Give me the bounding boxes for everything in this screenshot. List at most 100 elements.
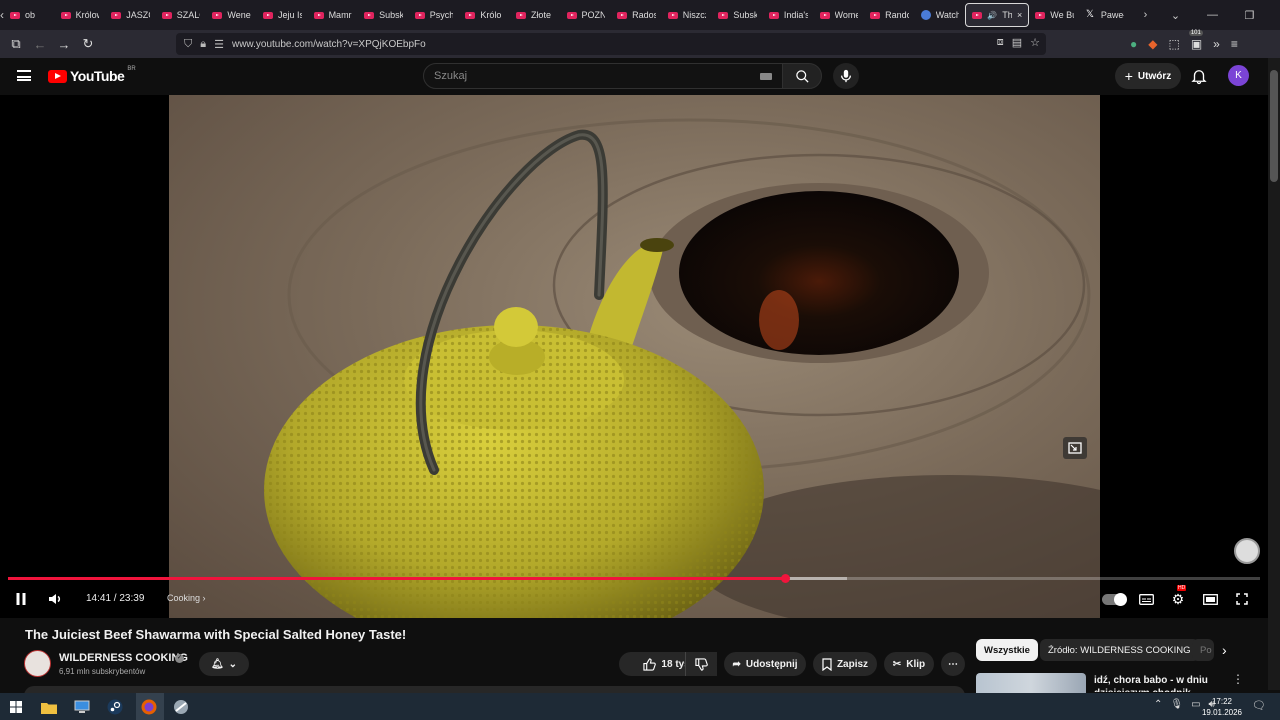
browser-tab[interactable]: Królowa [55,3,106,27]
video-player[interactable]: 14:41 / 23:39 Cooking › ⚙ HD [0,95,1268,618]
ublock-extension-icon[interactable]: ▣ 101 [1188,30,1203,51]
create-button[interactable]: + Utwórz [1115,63,1181,89]
browser-tab[interactable]: JASZCZ [105,3,156,27]
browser-tab[interactable]: We Bu [1029,3,1080,27]
settings-button[interactable]: ⚙ HD [1166,585,1190,611]
forward-icon[interactable]: → [52,37,76,52]
save-button[interactable]: Zapisz [813,652,877,676]
clip-button[interactable]: ✂ Klip [884,652,934,676]
browser-tab[interactable]: India's [763,3,814,27]
browser-tab[interactable]: Subsk [358,3,409,27]
volume-button[interactable] [43,587,67,611]
browser-tab[interactable]: Wome [814,3,865,27]
speaker-icon[interactable]: 🔊 [987,11,997,20]
keyboard-icon[interactable] [760,73,772,80]
minimize-icon[interactable]: — [1190,9,1234,21]
pause-button[interactable] [9,587,33,611]
browser-tab[interactable]: POZN [561,3,612,27]
recommendation-menu-icon[interactable]: ⋮ [1232,672,1244,686]
tracking-protection-icon[interactable]: ⛉ [184,38,192,51]
fullscreen-button[interactable] [1230,587,1254,611]
bookmark-star-icon[interactable]: ☆ [1030,36,1040,49]
browser-tab[interactable]: SZALO [156,3,207,27]
chips-next-icon[interactable]: › [1222,642,1227,658]
app-menu-icon[interactable]: ≡ [1231,37,1238,51]
chip-partial[interactable]: Po [1192,639,1214,661]
microphone-tray-icon[interactable]: 🎙︎ [1170,699,1183,710]
tray-chevron-up-icon[interactable]: ⌃ [1154,699,1162,710]
windows-start-icon[interactable] [6,697,26,717]
notifications-icon[interactable]: 🗨︎ [1252,699,1266,712]
reader-view-icon[interactable]: ▤ [1012,36,1022,49]
restore-icon[interactable]: ❐ [1234,9,1264,22]
tab-close-icon[interactable]: × [1017,10,1022,20]
volume-icon [49,594,61,604]
search-input[interactable] [434,64,754,88]
channel-avatar[interactable] [24,650,51,677]
tab-strip-controls: › ⌄ — ❐ ✕ [1130,9,1280,22]
channel-name[interactable]: WILDERNESS COOKING [59,652,188,664]
browser-tab[interactable]: Złote [510,3,561,27]
fox-extension-icon[interactable]: ◆ [1148,37,1157,51]
autoplay-toggle[interactable] [1102,593,1127,606]
browser-tab[interactable]: Wenez [206,3,257,27]
file-explorer-icon[interactable] [39,697,59,717]
browser-tab[interactable]: Jeju Is [257,3,308,27]
browser-tab[interactable]: Subsk [712,3,763,27]
browser-tab[interactable]: Królo [459,3,510,27]
back-icon[interactable]: ← [28,37,52,52]
computer-icon[interactable] [72,697,92,717]
share-button[interactable]: ➦ Udostępnij [724,652,806,676]
notifications-bell-icon[interactable] [1190,67,1208,85]
search-button[interactable] [782,63,822,89]
browser-tab[interactable]: Mamr [308,3,359,27]
browser-tab[interactable]: Watch [915,3,966,27]
voice-search-button[interactable] [833,63,859,89]
youtube-logo[interactable]: YouTube BR [48,66,136,84]
theater-mode-button[interactable] [1198,587,1222,611]
more-actions-button[interactable]: ⋯ [941,652,965,676]
browser-tab[interactable]: Rados [611,3,662,27]
channel-watermark-logo[interactable] [1234,538,1260,564]
tab-scroll-right-icon[interactable]: › [1130,9,1160,21]
picture-in-picture-icon[interactable]: ⧈ [997,36,1004,49]
account-avatar[interactable]: K [1228,65,1249,86]
browser-tab[interactable]: Rando [864,3,915,27]
browser-tab[interactable]: 𝕏 Paweł [1080,3,1131,27]
firefox-icon[interactable] [139,697,159,717]
hamburger-menu-icon[interactable] [17,70,31,81]
browser-tab[interactable]: Niszcz [662,3,713,27]
progress-bar[interactable] [8,574,1260,583]
tab-active[interactable]: 🔊 The × [965,3,1030,27]
youtube-icon [718,11,729,19]
extensions-icon[interactable]: ⬚ [1168,37,1179,51]
sidebar-toggle-icon[interactable]: ⧉ [4,36,28,52]
miniplayer-button[interactable] [1063,437,1087,459]
scrollbar-thumb[interactable] [1270,70,1278,182]
url-text[interactable]: www.youtube.com/watch?v=XPQjKOEbpFo [232,39,426,50]
overflow-menu-icon[interactable]: » [1213,37,1220,51]
steam-icon[interactable] [105,697,125,717]
chip-all[interactable]: Wszystkie [976,639,1038,661]
chip-source-channel[interactable]: Źródło: WILDERNESS COOKING [1040,639,1199,661]
reload-icon[interactable]: ↻ [76,36,100,52]
taskbar-clock[interactable]: 17:22 19.01.2026 [1200,696,1244,718]
recommendation-thumbnail[interactable] [976,673,1086,693]
permissions-icon[interactable]: ☰ [214,38,224,51]
subtitles-button[interactable] [1134,587,1158,611]
notification-bell-button[interactable]: 🔔︎ ⌄ [199,652,249,676]
scrubber-handle[interactable] [780,574,790,583]
close-window-icon[interactable]: ✕ [1264,9,1280,22]
tab-list-dropdown-icon[interactable]: ⌄ [1160,9,1190,22]
vpn-extension-icon[interactable]: ● [1130,37,1137,51]
dislike-button[interactable] [685,652,717,676]
recommendation-title[interactable]: idź, chora babo - w dniu dzisiejszym cho… [1094,674,1224,692]
theater-mode-icon [1202,593,1218,605]
browser-tab[interactable]: Psych [409,3,460,27]
app-icon[interactable] [171,697,191,717]
video-frame[interactable] [169,95,1100,618]
address-bar[interactable]: ⛉ 🔒︎ ☰ www.youtube.com/watch?v=XPQjKOEbp… [176,33,1046,55]
browser-tab[interactable]: ob [4,3,55,27]
lock-icon[interactable]: 🔒︎ [200,38,206,51]
chapter-button[interactable]: Cooking › [167,593,206,603]
